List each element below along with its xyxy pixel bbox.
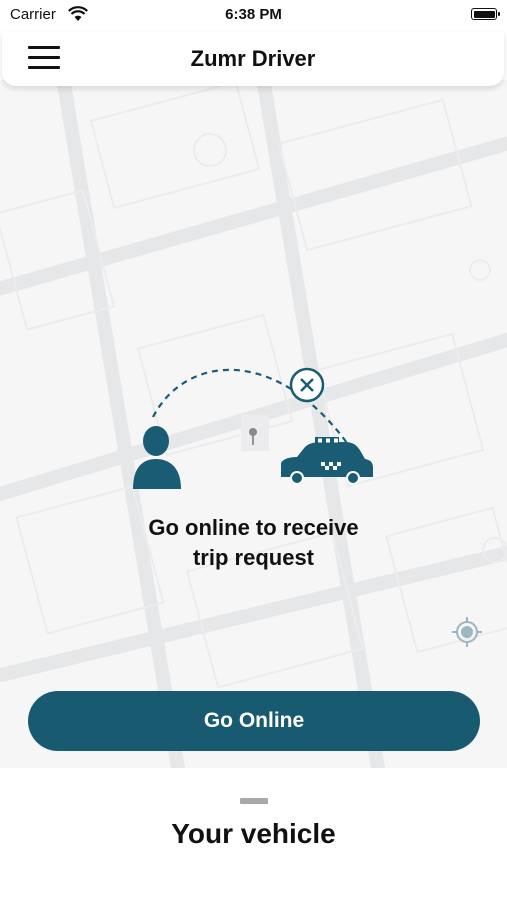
driver-person-icon <box>133 426 181 489</box>
crosshair-icon[interactable] <box>450 615 484 649</box>
offline-illustration <box>133 367 373 489</box>
offline-message-line1: Go online to receive <box>148 515 359 540</box>
taxi-icon <box>281 437 373 485</box>
offline-message-line2: trip request <box>192 545 315 570</box>
offline-message: Go online to receive trip request <box>0 513 507 573</box>
page-title: Zumr Driver <box>190 46 316 71</box>
vehicle-bottom-sheet[interactable]: Your vehicle <box>0 768 507 900</box>
sheet-title: Your vehicle <box>171 818 336 849</box>
drag-handle[interactable] <box>240 798 268 804</box>
battery-icon <box>471 8 500 20</box>
app-header: Zumr Driver <box>2 32 504 86</box>
status-bar: Carrier 6:38 PM <box>0 0 507 32</box>
status-time: 6:38 PM <box>225 6 282 23</box>
cancel-icon <box>289 367 325 403</box>
pin-icon <box>241 415 269 451</box>
go-online-button[interactable]: Go Online <box>28 691 480 751</box>
